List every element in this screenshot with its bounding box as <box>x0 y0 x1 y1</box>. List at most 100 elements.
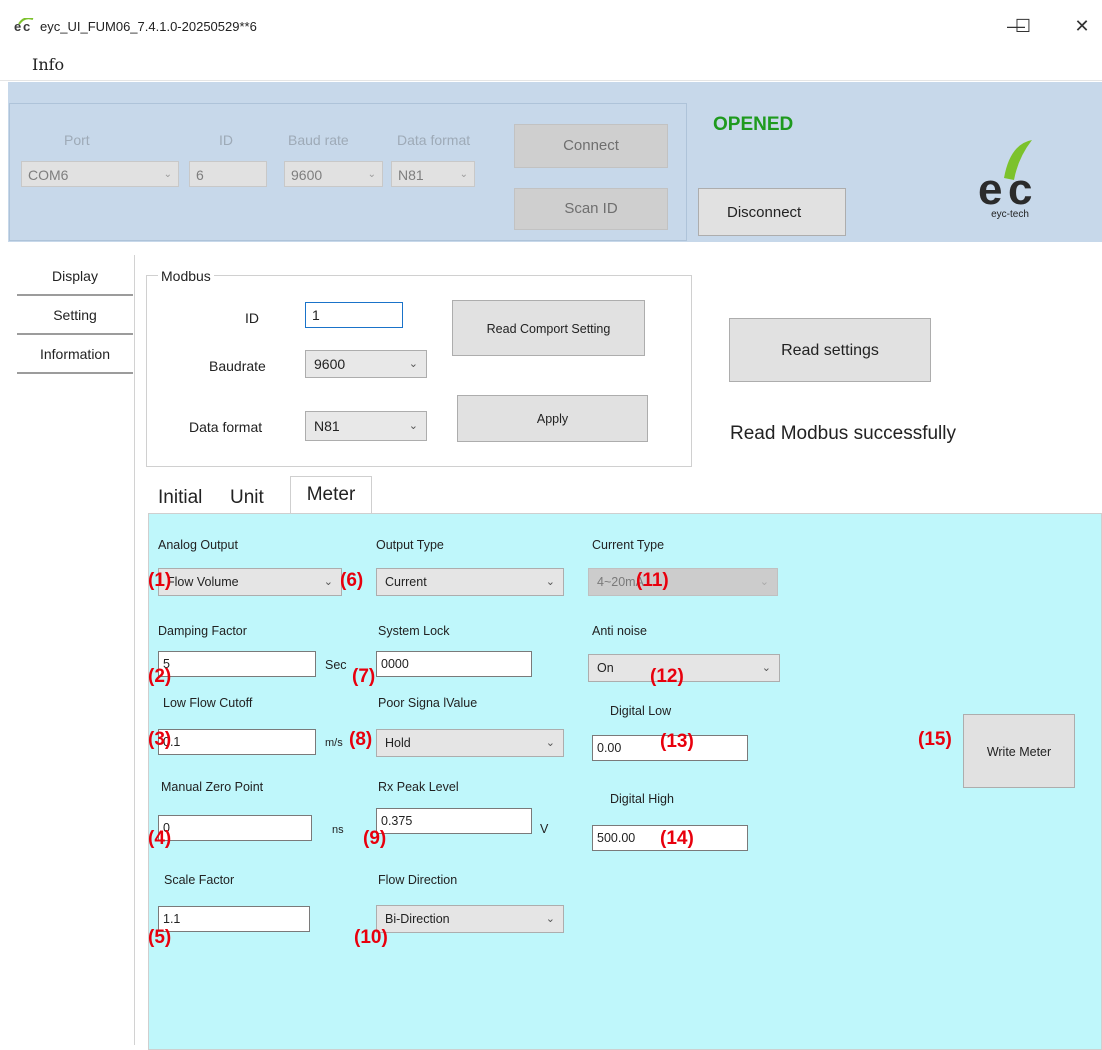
menu-bar: Info <box>0 48 1102 81</box>
digital-low-label: Digital Low <box>610 704 672 718</box>
chevron-down-icon: ⌄ <box>323 576 333 588</box>
marker-11: (11) <box>636 570 669 591</box>
marker-4: (4) <box>148 828 172 849</box>
read-comport-setting-button[interactable]: Read Comport Setting <box>452 300 645 356</box>
baud-rate-select[interactable]: 9600 ⌄ <box>284 161 383 187</box>
flow-direction-select[interactable]: Bi-Direction ⌄ <box>376 905 564 933</box>
digital-high-label: Digital High <box>610 792 674 806</box>
damping-factor-input[interactable]: 5 <box>158 651 316 677</box>
modbus-legend: Modbus <box>158 268 214 284</box>
flow-direction-label: Flow Direction <box>378 873 458 887</box>
chevron-down-icon: ⌄ <box>459 169 468 180</box>
rx-peak-unit: V <box>540 822 549 836</box>
marker-7: (7) <box>352 666 376 687</box>
tab-initial[interactable]: Initial <box>158 487 202 509</box>
system-lock-label: System Lock <box>378 624 450 638</box>
rx-peak-level-label: Rx Peak Level <box>378 780 459 794</box>
tab-meter[interactable]: Meter <box>290 476 372 515</box>
chevron-down-icon: ⌄ <box>408 420 418 432</box>
marker-8: (8) <box>349 729 373 750</box>
maximize-button[interactable]: ☐ <box>1003 10 1043 42</box>
rx-peak-level-input[interactable]: 0.375 <box>376 808 532 834</box>
chevron-down-icon: ⌄ <box>408 358 418 370</box>
low-flow-unit: m/s <box>325 737 343 749</box>
chevron-down-icon: ⌄ <box>761 662 771 674</box>
manual-zero-point-label: Manual Zero Point <box>161 780 264 794</box>
marker-14: (14) <box>660 828 694 849</box>
scale-factor-input[interactable]: 1.1 <box>158 906 310 932</box>
read-settings-button[interactable]: Read settings <box>729 318 931 382</box>
modbus-baudrate-value: 9600 <box>314 356 346 372</box>
marker-13: (13) <box>660 731 694 752</box>
port-value: COM6 <box>28 167 69 183</box>
modbus-baudrate-label: Baudrate <box>209 358 266 374</box>
scan-id-button[interactable]: Scan ID <box>514 188 668 230</box>
analog-output-label: Analog Output <box>158 538 238 552</box>
nav-item-information[interactable]: Information <box>17 336 133 374</box>
nav-item-setting[interactable]: Setting <box>17 297 133 335</box>
svg-text:c: c <box>23 19 30 34</box>
analog-output-select[interactable]: Flow Volume ⌄ <box>158 568 342 596</box>
output-type-label: Output Type <box>376 538 444 552</box>
anti-noise-label: Anti noise <box>592 624 647 638</box>
current-type-label: Current Type <box>592 538 665 552</box>
low-flow-cutoff-input[interactable]: 0.1 <box>158 729 316 755</box>
marker-3: (3) <box>148 729 172 750</box>
analog-output-value: Flow Volume <box>167 575 239 589</box>
marker-5: (5) <box>148 927 172 948</box>
modbus-baudrate-select[interactable]: 9600 ⌄ <box>305 350 427 378</box>
write-meter-button[interactable]: Write Meter <box>963 714 1075 788</box>
read-status-text: Read Modbus successfully <box>730 423 956 444</box>
marker-9: (9) <box>363 828 387 849</box>
zero-point-unit: ns <box>332 824 344 836</box>
data-format-select[interactable]: N81 ⌄ <box>391 161 475 187</box>
close-button[interactable]: ✕ <box>1062 10 1102 42</box>
marker-2: (2) <box>148 666 172 687</box>
damping-unit: Sec <box>325 658 347 672</box>
marker-12: (12) <box>650 666 684 687</box>
id-label: ID <box>219 132 233 148</box>
chevron-down-icon: ⌄ <box>759 576 769 588</box>
nav-item-display[interactable]: Display <box>17 258 133 296</box>
svg-text:c: c <box>1008 165 1032 206</box>
chevron-down-icon: ⌄ <box>545 913 555 925</box>
chevron-down-icon: ⌄ <box>545 576 555 588</box>
tab-unit[interactable]: Unit <box>230 487 264 509</box>
chevron-down-icon: ⌄ <box>367 169 376 180</box>
modbus-format-label: Data format <box>189 419 263 435</box>
marker-10: (10) <box>354 927 388 948</box>
id-value: 6 <box>196 167 204 183</box>
format-value: N81 <box>398 167 424 183</box>
marker-15: (15) <box>918 729 952 750</box>
menu-info[interactable]: Info <box>32 55 64 74</box>
marker-6: (6) <box>340 570 364 591</box>
system-lock-input[interactable]: 0000 <box>376 651 532 677</box>
baud-value: 9600 <box>291 167 323 183</box>
port-select[interactable]: COM6 ⌄ <box>21 161 179 187</box>
anti-noise-select[interactable]: On ⌄ <box>588 654 780 682</box>
app-logo-icon: e c <box>14 18 34 34</box>
flow-direction-value: Bi-Direction <box>385 912 450 926</box>
output-type-select[interactable]: Current ⌄ <box>376 568 564 596</box>
eyc-tech-logo: e c eyc-tech <box>970 136 1050 228</box>
anti-noise-value: On <box>597 661 614 675</box>
modbus-id-input[interactable]: 1 <box>305 302 403 328</box>
poor-signal-value: Hold <box>385 736 411 750</box>
chevron-down-icon: ⌄ <box>163 169 172 180</box>
current-type-select[interactable]: 4~20mA ⌄ <box>588 568 778 596</box>
data-format-label: Data format <box>397 132 471 148</box>
modbus-format-select[interactable]: N81 ⌄ <box>305 411 427 441</box>
port-label: Port <box>64 132 90 148</box>
low-flow-cutoff-label: Low Flow Cutoff <box>163 696 253 710</box>
apply-button[interactable]: Apply <box>457 395 648 442</box>
manual-zero-point-input[interactable]: 0 <box>158 815 312 841</box>
logo-text: eyc-tech <box>991 209 1029 220</box>
svg-text:e: e <box>978 165 1002 206</box>
disconnect-button[interactable]: Disconnect <box>698 188 846 236</box>
output-type-value: Current <box>385 575 427 589</box>
poor-signal-select[interactable]: Hold ⌄ <box>376 729 564 757</box>
poor-signal-label: Poor Signa lValue <box>378 696 478 710</box>
scale-factor-label: Scale Factor <box>164 873 235 887</box>
connect-button[interactable]: Connect <box>514 124 668 168</box>
id-field[interactable]: 6 <box>189 161 267 187</box>
